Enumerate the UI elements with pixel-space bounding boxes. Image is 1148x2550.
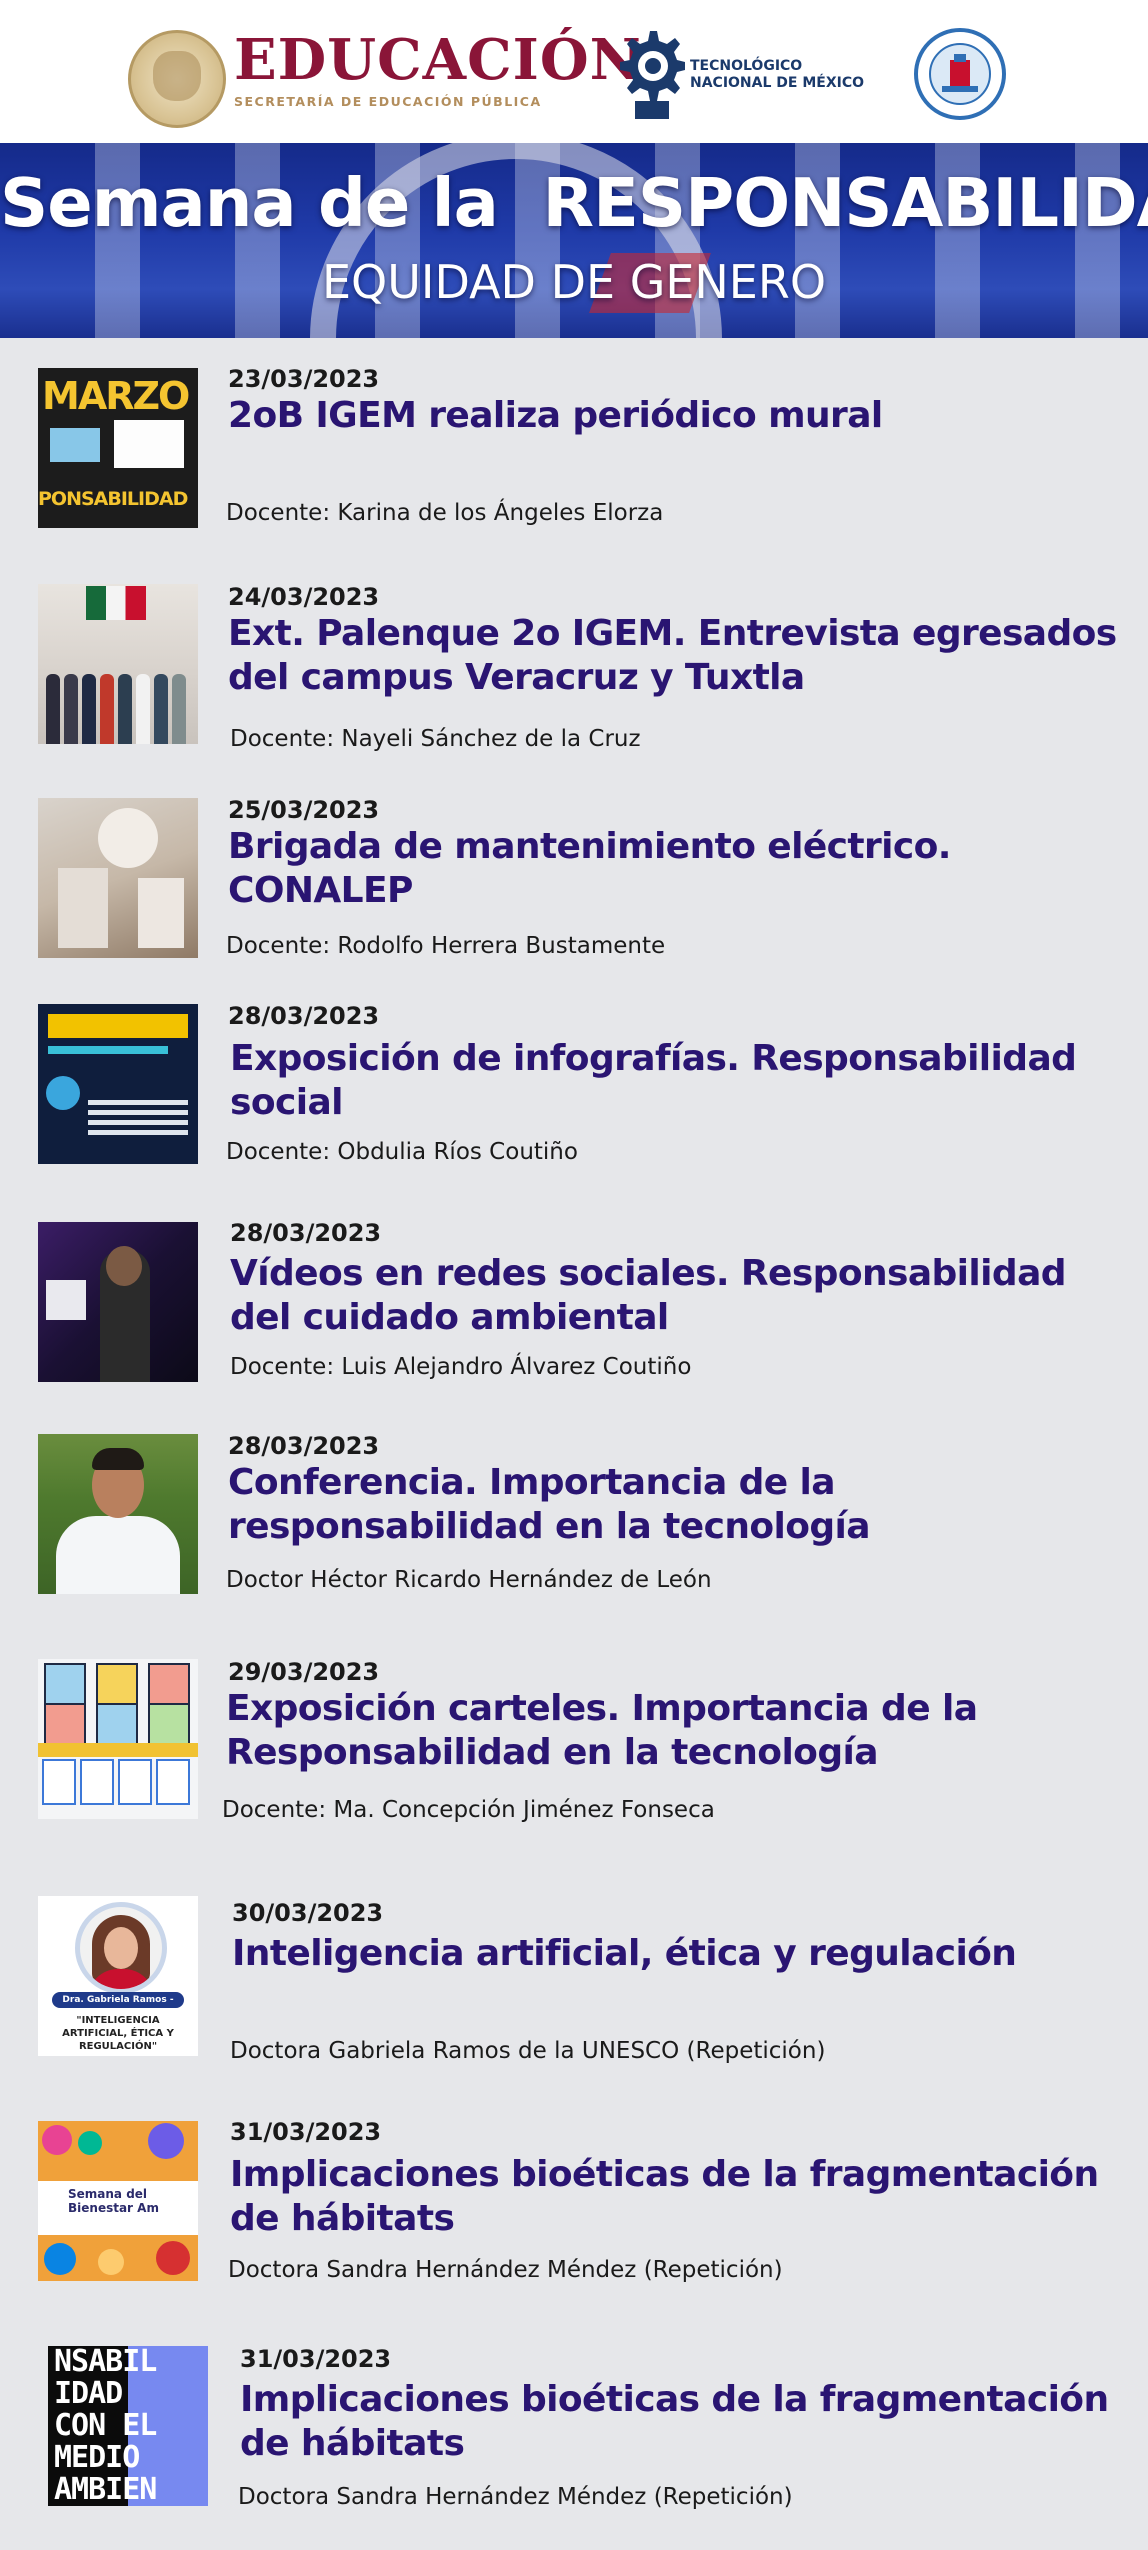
event-presenter: Docente: Karina de los Ángeles Elorza	[226, 500, 664, 526]
event-title: Brigada de mantenimiento eléctrico. CONA…	[228, 826, 951, 911]
tecnm-name: TECNOLÓGICO NACIONAL DE MÉXICO	[690, 58, 864, 92]
event-title: Inteligencia artificial, ética y regulac…	[232, 1933, 1017, 1974]
lecture-poster-thumbnail: Dra. Gabriela Ramos - UNESCO "INTELIGENC…	[38, 1896, 198, 2056]
poster-thumbnail	[38, 1659, 198, 1819]
speaker-photo-thumbnail	[38, 1434, 198, 1594]
event-date: 29/03/2023	[228, 1658, 380, 1686]
event-date: 31/03/2023	[230, 2118, 382, 2146]
event-date: 28/03/2023	[230, 1219, 382, 1247]
event-title: Vídeos en redes sociales. Responsabilida…	[230, 1253, 1067, 1338]
text-graphic-thumbnail: NSABIL IDAD CON EL MEDIO AMBIEN TE	[48, 2346, 208, 2506]
mural-thumbnail: MARZO PONSABILIDAD	[38, 368, 198, 528]
thumbnail-text: PONSABILIDAD	[38, 488, 188, 510]
video-thumbnail	[38, 1222, 198, 1382]
event-date: 28/03/2023	[228, 1002, 380, 1030]
event-date: 25/03/2023	[228, 796, 380, 824]
thumbnail-text: MARZO	[42, 374, 190, 418]
brigade-photo-thumbnail	[38, 798, 198, 958]
event-presenter: Doctora Sandra Hernández Méndez (Repetic…	[238, 2484, 793, 2510]
event-presenter: Docente: Rodolfo Herrera Bustamente	[226, 933, 666, 959]
event-presenter: Docente: Obdulia Ríos Coutiño	[226, 1139, 578, 1165]
thumbnail-text: Semana del Bienestar Am	[68, 2187, 159, 2215]
thumbnail-speaker-label: Dra. Gabriela Ramos - UNESCO	[52, 1992, 184, 2021]
tecnm-line-1: TECNOLÓGICO	[690, 58, 803, 74]
event-title: Exposición de infografías. Responsabilid…	[230, 1038, 1077, 1123]
logo-header: EDUCACIÓN SECRETARÍA DE EDUCACIÓN PÚBLIC…	[0, 0, 1148, 143]
event-poster-thumbnail: Semana del Bienestar Am	[38, 2121, 198, 2281]
event-title: Implicaciones bioéticas de la fragmentac…	[240, 2379, 1109, 2464]
edu-subtitle: SECRETARÍA DE EDUCACIÓN PÚBLICA	[234, 94, 542, 109]
event-presenter: Docente: Nayeli Sánchez de la Cruz	[230, 726, 641, 752]
event-presenter: Doctora Sandra Hernández Méndez (Repetic…	[228, 2257, 783, 2283]
event-presenter: Doctor Héctor Ricardo Hernández de León	[226, 1567, 712, 1593]
banner-subtitle: EQUIDAD DE GENERO	[321, 255, 827, 309]
poster: EDUCACIÓN SECRETARÍA DE EDUCACIÓN PÚBLIC…	[0, 0, 1148, 2550]
edu-title: EDUCACIÓN	[234, 27, 642, 93]
event-date: 30/03/2023	[232, 1899, 384, 1927]
group-photo-thumbnail	[38, 584, 198, 744]
event-title: Conferencia. Importancia de la responsab…	[228, 1462, 871, 1547]
event-title: 2oB IGEM realiza periódico mural	[228, 395, 883, 436]
event-title: Exposición carteles. Importancia de la R…	[226, 1688, 978, 1773]
event-date: 23/03/2023	[228, 365, 380, 393]
event-presenter: Docente: Ma. Concepción Jiménez Fonseca	[222, 1797, 715, 1823]
event-date: 24/03/2023	[228, 583, 380, 611]
tecnm-gear-icon	[620, 31, 685, 119]
event-date: 28/03/2023	[228, 1432, 380, 1460]
event-title: Ext. Palenque 2o IGEM. Entrevista egresa…	[228, 613, 1117, 698]
banner-title: Semana de la RESPONSABILIDAD	[0, 164, 1148, 242]
event-date: 31/03/2023	[240, 2345, 392, 2373]
tec-tuxtla-logo-icon	[914, 28, 1006, 120]
event-title: Implicaciones bioéticas de la fragmentac…	[230, 2154, 1099, 2239]
thumbnail-caption: "INTELIGENCIA ARTIFICIAL, ÉTICA Y REGULA…	[62, 2015, 174, 2052]
event-presenter: Docente: Luis Alejandro Álvarez Coutiño	[230, 1354, 692, 1380]
infographic-thumbnail	[38, 1004, 198, 1164]
thumbnail-text: NSABIL IDAD CON EL MEDIO AMBIEN TE	[54, 2346, 157, 2506]
title-banner: Semana de la RESPONSABILIDAD EQUIDAD DE …	[0, 143, 1148, 338]
event-presenter: Doctora Gabriela Ramos de la UNESCO (Rep…	[230, 2038, 826, 2064]
mexico-seal-icon	[128, 30, 226, 128]
tecnm-line-2: NACIONAL DE MÉXICO	[690, 75, 865, 91]
